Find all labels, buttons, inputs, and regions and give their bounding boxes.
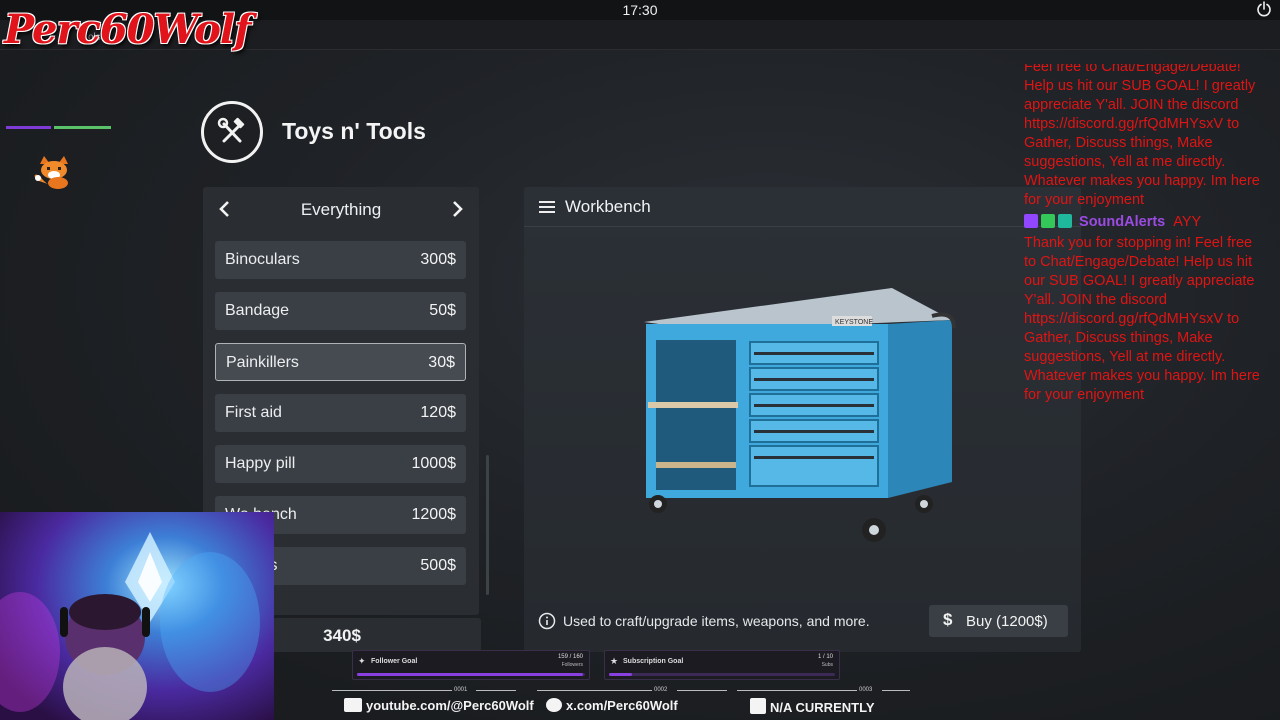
chat-username: SoundAlerts xyxy=(1079,214,1166,230)
shop-item-name: Painkillers xyxy=(226,354,299,371)
chevron-left-icon[interactable] xyxy=(215,199,235,219)
segment-number: 0001 xyxy=(454,687,468,693)
follower-goal-widget: ✦ Follower Goal 159 / 160 Followers xyxy=(352,650,590,680)
shop-item-price: 120$ xyxy=(420,404,456,421)
youtube-link[interactable]: youtube.com/@Perc60Wolf xyxy=(344,698,534,713)
category-selector: Everything xyxy=(203,187,479,231)
divider xyxy=(537,690,652,691)
social-links-bar: 0001 0002 0003 youtube.com/@Perc60Wolf x… xyxy=(332,687,912,720)
facebook-handle: N/A CURRENTLY xyxy=(770,700,875,715)
detail-title: Workbench xyxy=(565,197,651,216)
info-icon xyxy=(538,612,556,630)
divider xyxy=(677,690,727,691)
shop-title: Toys n' Tools xyxy=(282,118,426,144)
follower-goal-count: 159 / 160 xyxy=(557,654,583,660)
shop-item-row[interactable]: Happy pill 1000$ xyxy=(215,445,466,483)
dollar-icon: $ xyxy=(943,610,953,629)
shop-item-row[interactable]: First aid 120$ xyxy=(215,394,466,432)
shop-item-price: 300$ xyxy=(420,251,456,268)
item-detail-panel: Workbench KEYSTONE Used to craft/upgrade… xyxy=(524,187,1081,652)
shop-item-row[interactable]: Bandage 50$ xyxy=(215,292,466,330)
item-description: Used to craft/upgrade items, weapons, an… xyxy=(563,613,870,629)
subscription-goal-label: Subscription Goal xyxy=(623,658,684,665)
divider xyxy=(332,690,452,691)
tools-category-icon xyxy=(201,101,263,163)
follower-goal-unit: Followers xyxy=(561,662,583,668)
x-link[interactable]: x.com/Perc60Wolf xyxy=(546,698,678,713)
subscription-goal-track xyxy=(609,673,835,676)
shop-item-price: 1000$ xyxy=(411,455,457,472)
youtube-icon xyxy=(344,698,362,712)
bot-badge-icon xyxy=(1058,214,1072,228)
divider xyxy=(476,690,516,691)
shop-item-name: Bandage xyxy=(225,302,290,319)
category-label: Everything xyxy=(300,200,382,219)
shop-item-row[interactable]: Binoculars 300$ xyxy=(215,241,466,279)
twitter-bird-icon xyxy=(546,698,562,712)
facebook-icon xyxy=(750,698,766,714)
follower-goal-track xyxy=(357,673,585,676)
chat-badges xyxy=(1024,214,1075,234)
segment-number: 0003 xyxy=(859,687,873,693)
chat-message: Feel free to Chat/Engage/Debate! Help us… xyxy=(1024,64,1260,208)
subscription-goal-fill xyxy=(609,673,632,676)
subscription-goal-unit: Subs xyxy=(821,662,833,668)
workbench-preview-image: KEYSTONE xyxy=(644,288,956,542)
shop-item-price: 30$ xyxy=(428,354,455,371)
overlay-progress-bars xyxy=(6,126,111,130)
webcam-feed xyxy=(0,512,274,720)
shop-item-name: Happy pill xyxy=(225,455,296,472)
hammer-wrench-icon xyxy=(217,117,245,143)
streamer-logo: Perc60Wolf xyxy=(4,6,251,53)
stream-chat-overlay: Feel free to Chat/Engage/Debate! Help us… xyxy=(1024,64,1260,405)
shop-item-row[interactable]: Painkillers 30$ xyxy=(215,343,466,381)
shop-item-name: First aid xyxy=(225,404,282,421)
divider xyxy=(737,690,857,691)
subscription-goal-widget: ★ Subscription Goal 1 / 10 Subs xyxy=(604,650,840,680)
subscription-goal-count: 1 / 10 xyxy=(817,654,833,660)
bench-plate-text: KEYSTONE xyxy=(835,319,873,326)
divider xyxy=(882,690,910,691)
x-handle: x.com/Perc60Wolf xyxy=(566,698,678,713)
chat-message: Thank you for stopping in! Feel free to … xyxy=(1024,235,1260,403)
facebook-link[interactable]: N/A CURRENTLY xyxy=(750,698,875,715)
bits-badge-icon xyxy=(1041,214,1055,228)
shop-item-price: 500$ xyxy=(420,557,456,574)
shop-item-price: 1200$ xyxy=(411,506,457,523)
fox-mascot-icon xyxy=(34,156,68,189)
chat-user-text: AYY xyxy=(1173,214,1202,230)
shop-item-name: Binoculars xyxy=(225,251,300,268)
segment-number: 0002 xyxy=(654,687,668,693)
menu-icon xyxy=(539,201,555,213)
youtube-handle: youtube.com/@Perc60Wolf xyxy=(366,698,534,713)
webcam-image xyxy=(0,532,260,720)
follower-goal-fill xyxy=(357,673,583,676)
buy-button-label: Buy (1200$) xyxy=(966,613,1048,630)
chevron-right-icon[interactable] xyxy=(447,199,467,219)
buy-button[interactable]: $ Buy (1200$) xyxy=(929,605,1068,637)
star-icon: ★ xyxy=(610,656,619,666)
detail-header: Workbench xyxy=(524,187,1081,227)
shop-item-price: 50$ xyxy=(429,302,456,319)
heart-icon: ✦ xyxy=(358,656,366,666)
twitch-badge-icon xyxy=(1024,214,1038,228)
follower-goal-label: Follower Goal xyxy=(371,658,418,665)
power-icon[interactable] xyxy=(1256,1,1272,17)
item-list-scrollbar[interactable] xyxy=(486,455,489,595)
